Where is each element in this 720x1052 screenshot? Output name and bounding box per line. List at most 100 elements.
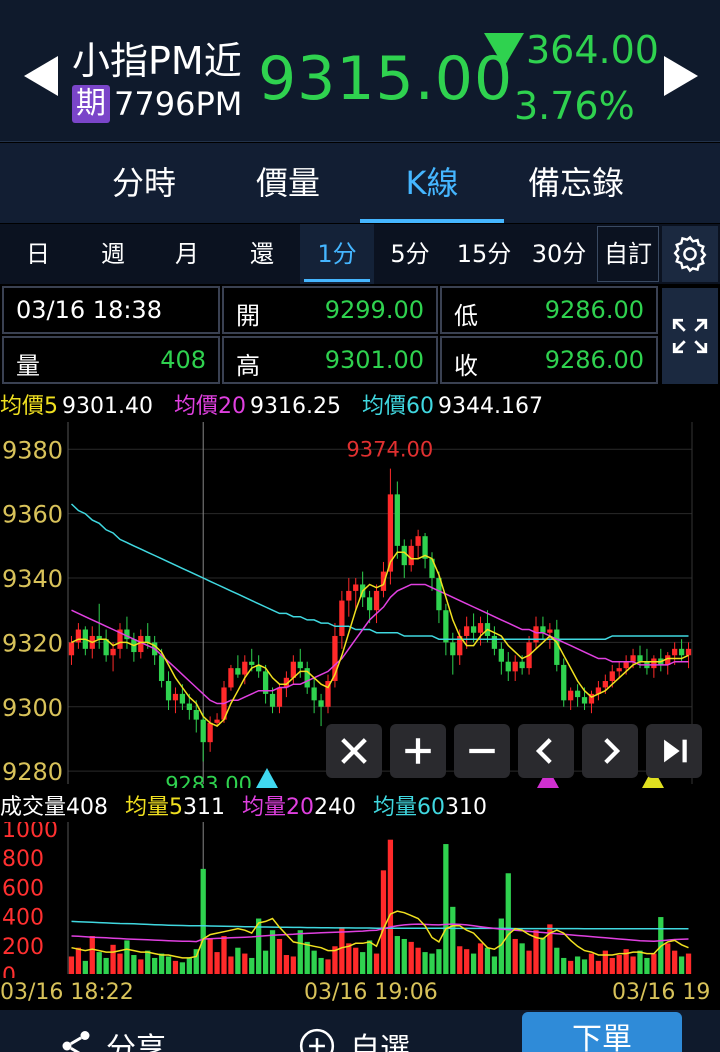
volume-bar (422, 952, 428, 974)
candle-body (443, 610, 449, 643)
volume-bar (450, 906, 456, 974)
candle-body (401, 545, 407, 566)
last-price: 9315.00 (258, 44, 514, 114)
share-button[interactable]: 分享 (56, 1024, 166, 1052)
candle-body (408, 545, 414, 566)
volume-chart[interactable]: 1000 800 600 400 200 0 (0, 822, 720, 978)
volume-bar (318, 957, 324, 974)
candle-body (207, 722, 213, 743)
volume-bar (491, 956, 498, 974)
volume-bar (665, 943, 671, 974)
volume-bar (124, 940, 130, 974)
skip-end-icon (664, 739, 687, 763)
volume-bar (325, 959, 331, 974)
high-value: 9301.00 (324, 346, 424, 374)
place-order-button[interactable]: 下單 (522, 1012, 682, 1052)
time-tick-start: 03/16 18:22 (0, 980, 134, 1005)
info-open-cell: 開 9299.00 (222, 286, 438, 334)
volume-bar (443, 844, 449, 974)
volume-bar (595, 960, 602, 974)
period-1min[interactable]: 1分 (300, 224, 374, 284)
volume-bar (394, 936, 400, 974)
time-tick-mid: 03/16 19:06 (304, 980, 438, 1005)
volume-bar (353, 947, 359, 974)
period-30min[interactable]: 30分 (522, 224, 596, 284)
volume-bar (554, 947, 560, 974)
vol-ma60-label: 均量60 (373, 795, 446, 820)
volume-bar (408, 941, 414, 974)
volume-tick-label: 200 (2, 935, 44, 960)
add-watchlist-button[interactable]: 自選 (298, 1024, 410, 1052)
tab-memo[interactable]: 備忘錄 (504, 143, 648, 223)
volume-bar (387, 839, 394, 974)
fullscreen-button[interactable] (662, 288, 718, 384)
ma5-value: 9301.40 (62, 394, 153, 419)
candle-body (491, 635, 498, 649)
volume-bar (672, 950, 678, 974)
info-close-cell: 收 9286.00 (440, 336, 658, 384)
period-month[interactable]: 月 (150, 224, 224, 284)
volume-bar (436, 949, 442, 974)
volume-bar (401, 938, 407, 974)
volume-bar (526, 950, 532, 974)
period-5min[interactable]: 5分 (374, 224, 446, 284)
zoom-in-button[interactable] (390, 724, 446, 778)
price-tick-label: 9320 (2, 629, 63, 657)
period-custom[interactable]: 自訂 (597, 224, 659, 284)
close-chart-button[interactable] (326, 724, 382, 778)
volume-ma-legend: 成交量408 均量5311 均量20240 均量60310 (0, 789, 720, 823)
tab-kline[interactable]: K線 (360, 143, 504, 223)
candle-body (214, 719, 220, 723)
chevron-left-icon (535, 738, 552, 764)
ma5-label: 均價5 (0, 394, 58, 419)
prev-symbol-icon[interactable] (24, 56, 58, 96)
ma20-line (71, 583, 689, 705)
scroll-left-button[interactable] (518, 724, 574, 778)
volume-bar (297, 930, 303, 974)
scroll-end-button[interactable] (646, 724, 702, 778)
candle-body (519, 661, 525, 669)
candle-body (574, 690, 581, 698)
period-week[interactable]: 週 (76, 224, 150, 284)
volume-bar (429, 953, 435, 974)
candle-body (318, 700, 324, 707)
zoom-out-button[interactable] (454, 724, 510, 778)
volume-bar (360, 952, 366, 974)
tab-price-volume[interactable]: 價量 (216, 143, 360, 223)
low-value: 9286.00 (544, 296, 644, 324)
candle-body (110, 648, 116, 656)
quote-header: 小指PM近 期 7796PM 9315.00 364.00 3.76% (0, 0, 720, 142)
volume-bar (380, 870, 387, 974)
period-15min[interactable]: 15分 (446, 224, 522, 284)
volume-bar (519, 943, 525, 974)
open-label: 開 (236, 302, 260, 330)
period-day[interactable]: 日 (0, 224, 76, 284)
share-label: 分享 (106, 1032, 166, 1052)
main-tabs: 分時 價量 K線 備忘錄 (0, 143, 720, 223)
tab-intraday[interactable]: 分時 (72, 143, 216, 223)
scroll-right-button[interactable] (582, 724, 638, 778)
volume-bar (68, 956, 75, 974)
candle-body (249, 661, 255, 665)
candle-body (145, 635, 151, 643)
expand-icon (672, 318, 708, 354)
volume-bar (96, 952, 102, 974)
plus-icon (405, 738, 431, 764)
candle-body (630, 655, 636, 662)
volume-bar (165, 956, 172, 974)
settings-button[interactable] (662, 226, 718, 282)
price-tick-label: 9380 (2, 436, 63, 464)
vol-ma60-value: 310 (445, 795, 488, 820)
next-symbol-icon[interactable] (664, 56, 698, 96)
symbol-name: 小指PM近 (72, 39, 242, 83)
volume-bar (678, 956, 685, 974)
volume-label: 量 (16, 352, 40, 380)
volume-bar (651, 953, 657, 974)
candle-body (464, 626, 470, 636)
candle-body (242, 661, 248, 675)
candle-body (373, 590, 380, 611)
price-tick-label: 9280 (2, 758, 63, 786)
gear-icon (673, 235, 707, 273)
candle-body (235, 668, 241, 675)
period-adjusted[interactable]: 還 (224, 224, 300, 284)
